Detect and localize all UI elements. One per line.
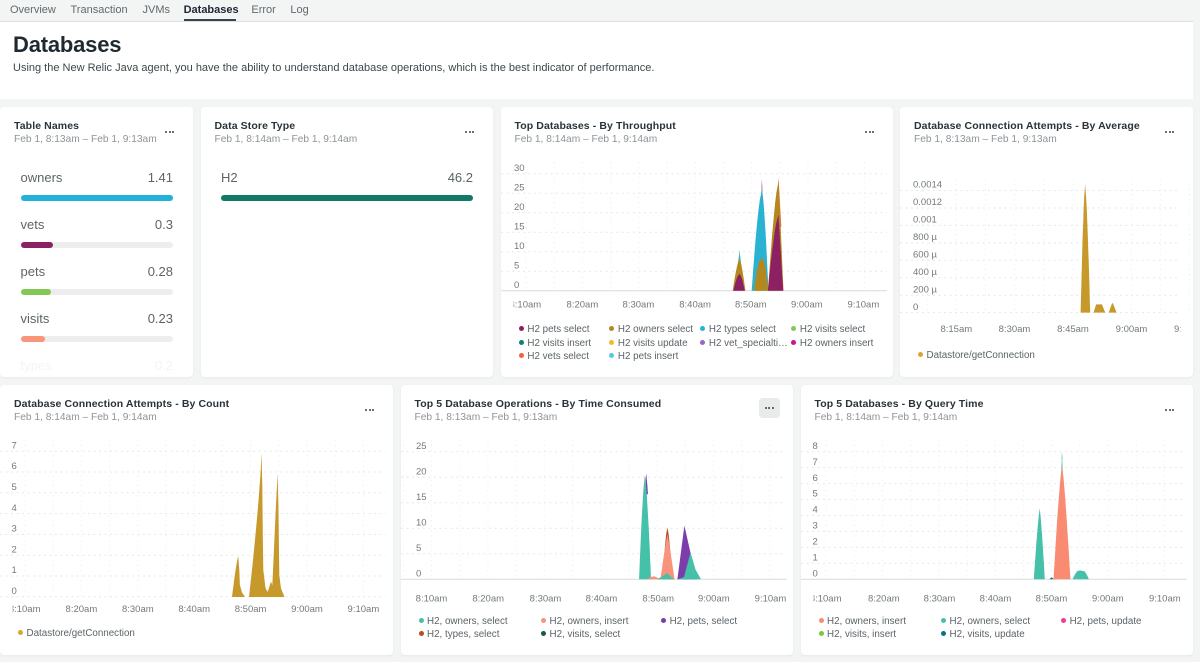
- svg-text:15: 15: [514, 221, 525, 232]
- svg-text:20: 20: [416, 466, 427, 477]
- svg-text:8:30am: 8:30am: [923, 593, 955, 604]
- svg-text:10: 10: [514, 241, 525, 252]
- svg-text:200 µ: 200 µ: [913, 284, 937, 295]
- svg-text:0: 0: [913, 301, 918, 312]
- svg-text:9:10am: 9:10am: [348, 604, 380, 615]
- svg-text:0.001: 0.001: [913, 214, 937, 225]
- svg-text:2: 2: [812, 536, 817, 547]
- svg-text:8:20am: 8:20am: [472, 593, 504, 604]
- svg-text:8:50am: 8:50am: [235, 604, 267, 615]
- svg-text:8:50am: 8:50am: [734, 299, 766, 310]
- svg-text:8:20am: 8:20am: [66, 604, 98, 615]
- svg-text:600 µ: 600 µ: [913, 249, 937, 260]
- svg-text:1: 1: [812, 552, 817, 563]
- svg-text:8:20am: 8:20am: [566, 299, 598, 310]
- svg-text:800 µ: 800 µ: [913, 232, 937, 243]
- svg-text:400 µ: 400 µ: [913, 266, 937, 277]
- svg-text:5: 5: [12, 482, 17, 493]
- svg-text:2: 2: [12, 544, 17, 555]
- svg-text:4: 4: [12, 502, 17, 513]
- svg-text:9:00am: 9:00am: [790, 299, 822, 310]
- svg-text:8:20am: 8:20am: [867, 593, 899, 604]
- svg-text:3: 3: [812, 520, 817, 531]
- svg-text:1: 1: [12, 565, 17, 576]
- svg-text:3: 3: [12, 523, 17, 534]
- svg-text:20: 20: [514, 202, 525, 213]
- svg-text:9:10am: 9:10am: [1148, 593, 1180, 604]
- svg-text:8:30am: 8:30am: [622, 299, 654, 310]
- svg-text:15: 15: [416, 491, 427, 502]
- svg-text:6: 6: [12, 461, 17, 472]
- svg-text:8:10am: 8:10am: [809, 593, 841, 604]
- svg-text:6: 6: [812, 472, 817, 483]
- svg-text:9:10am: 9:10am: [754, 593, 786, 604]
- svg-text:8:40am: 8:40am: [585, 593, 617, 604]
- svg-text:30: 30: [514, 163, 525, 174]
- svg-text:9:00am: 9:00am: [697, 593, 729, 604]
- svg-text:9:10am: 9:10am: [847, 299, 879, 310]
- svg-text:8:50am: 8:50am: [1035, 593, 1067, 604]
- svg-text:25: 25: [416, 440, 427, 451]
- svg-text:8:30am: 8:30am: [529, 593, 561, 604]
- svg-text:5: 5: [416, 542, 421, 553]
- svg-text:5: 5: [514, 260, 519, 271]
- svg-text:8:30am: 8:30am: [999, 324, 1031, 335]
- svg-text:4: 4: [812, 504, 817, 515]
- svg-text:8:45am: 8:45am: [1057, 324, 1089, 335]
- svg-text:8: 8: [812, 440, 817, 451]
- svg-text:9:00am: 9:00am: [1091, 593, 1123, 604]
- svg-text:7: 7: [12, 440, 17, 451]
- svg-text:8:40am: 8:40am: [178, 604, 210, 615]
- svg-text:0: 0: [416, 568, 421, 579]
- svg-text:0.0012: 0.0012: [913, 197, 942, 208]
- svg-text:8:30am: 8:30am: [122, 604, 154, 615]
- svg-text:0: 0: [12, 586, 17, 597]
- svg-text:25: 25: [514, 182, 525, 193]
- svg-text:0: 0: [514, 280, 519, 291]
- svg-text:5: 5: [812, 488, 817, 499]
- svg-text:8:15am: 8:15am: [940, 324, 972, 335]
- svg-text:10: 10: [416, 517, 427, 528]
- svg-text:9:00am: 9:00am: [291, 604, 323, 615]
- svg-text:8:10am: 8:10am: [9, 604, 41, 615]
- svg-text:7: 7: [812, 456, 817, 467]
- svg-text:0.0014: 0.0014: [913, 179, 942, 190]
- svg-text:0: 0: [812, 568, 817, 579]
- svg-text:8:40am: 8:40am: [979, 593, 1011, 604]
- svg-text:8:40am: 8:40am: [679, 299, 711, 310]
- svg-text:9:00am: 9:00am: [1116, 324, 1148, 335]
- svg-text:8:50am: 8:50am: [642, 593, 674, 604]
- svg-text:8:10am: 8:10am: [415, 593, 447, 604]
- svg-text:8:10am: 8:10am: [509, 299, 541, 310]
